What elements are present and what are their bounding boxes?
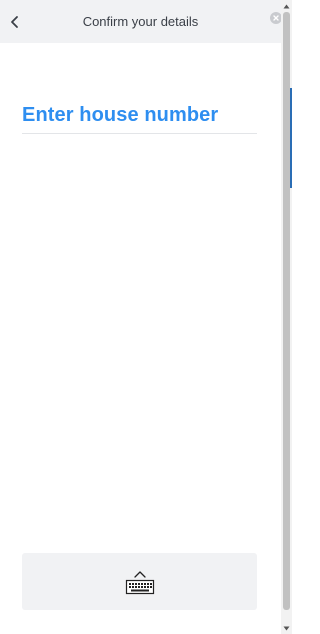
chevron-left-icon [11,16,18,28]
show-keyboard-button[interactable] [22,553,257,610]
scroll-thumb[interactable] [283,12,290,610]
scroll-up-arrow[interactable] [283,2,290,10]
close-icon [273,15,279,21]
app-screen: Confirm your details Enter house number [0,0,282,634]
header-bar: Confirm your details [0,0,282,43]
page-title: Confirm your details [82,14,199,29]
keyboard-icon [125,570,154,594]
scroll-down-arrow[interactable] [283,624,290,632]
window-edge-accent [290,88,292,188]
house-number-prompt[interactable]: Enter house number [22,104,218,127]
back-button[interactable] [5,11,25,33]
input-underline [22,133,257,134]
